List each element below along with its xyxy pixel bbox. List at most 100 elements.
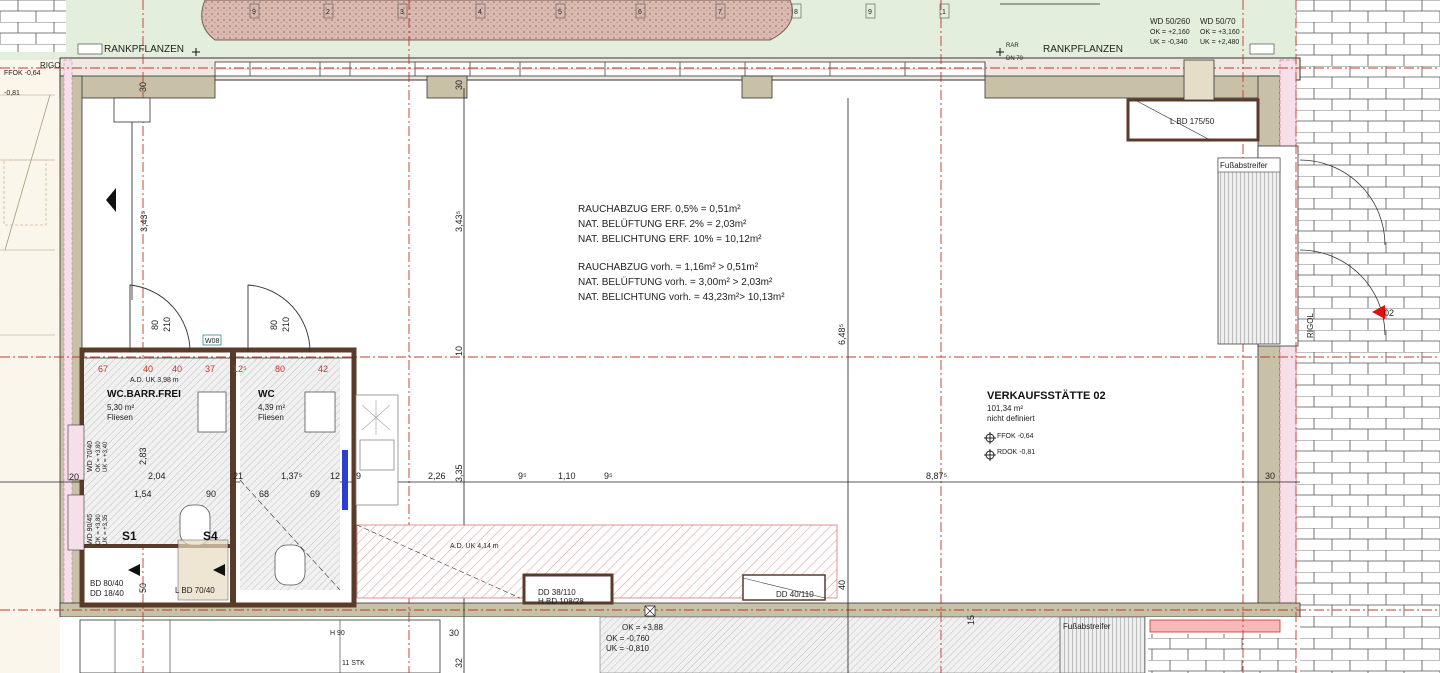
dim-o-40a: 40 bbox=[143, 364, 153, 374]
dim-h-20: 20 bbox=[69, 472, 79, 482]
floor-plan: RANKPFLANZEN RANKPFLANZEN RIGO FFOK -0,6… bbox=[0, 0, 1440, 673]
exterior-left bbox=[0, 60, 60, 673]
wd-b-line3: UK = +2,480 bbox=[1200, 39, 1239, 46]
room-shop-name: VERKAUFSSTÄTTE 02 bbox=[987, 389, 1106, 402]
label-rar: RAR bbox=[1006, 43, 1019, 49]
wd-b-line1: WD 50/70 bbox=[1200, 17, 1236, 26]
requirements-note: RAUCHABZUG ERF. 0,5% = 0,51m² NAT. BELÜF… bbox=[578, 204, 785, 303]
room-wc2-area: 4,39 m² bbox=[258, 403, 285, 412]
wd90-line1: WD 90/45 bbox=[87, 514, 94, 545]
svg-text:9: 9 bbox=[252, 9, 256, 16]
label-h90: H 90 bbox=[330, 630, 345, 637]
dim-h-204: 2,04 bbox=[148, 471, 166, 481]
door2-height: 210 bbox=[281, 317, 291, 332]
dim-o-67: 67 bbox=[98, 364, 108, 374]
dim-v-150: 15 bbox=[966, 615, 976, 625]
label-bd80: BD 80/40 bbox=[90, 579, 124, 588]
door1-height: 210 bbox=[162, 317, 172, 332]
dim-b-90: 90 bbox=[206, 489, 216, 499]
svg-text:9: 9 bbox=[868, 9, 872, 16]
dim-o-125: 12⁵ bbox=[233, 364, 247, 374]
blue-marker bbox=[342, 450, 348, 510]
svg-text:6: 6 bbox=[638, 9, 642, 16]
wd-a-line1: WD 50/260 bbox=[1150, 17, 1191, 26]
dim-h-9: 9 bbox=[356, 471, 361, 481]
bottom-ok-1: OK = +3,88 bbox=[622, 623, 663, 632]
dim-v-left: 3,43⁵ bbox=[139, 210, 149, 232]
wd-a-line2: OK = +2,160 bbox=[1150, 29, 1190, 36]
wd70-line3: UK = +3,40 bbox=[103, 441, 109, 472]
dim-o-42: 42 bbox=[318, 364, 328, 374]
dim-h-30r: 30 bbox=[1265, 471, 1275, 481]
label-lbd-top: L BD 175/50 bbox=[1170, 117, 1215, 126]
label-ad-uk-2: A.D. UK 4,14 m bbox=[450, 543, 499, 550]
label-ad-uk-1: A.D. UK 3,98 m bbox=[130, 377, 179, 384]
exist-line-1: NAT. BELÜFTUNG vorh. = 3,00m² > 2,03m² bbox=[578, 276, 773, 288]
dim-h-21: 21 bbox=[233, 471, 243, 481]
bottom-ok-2: OK = -0,760 bbox=[606, 634, 650, 643]
dim-h-137: 1,37⁵ bbox=[281, 471, 303, 481]
room-wc1-area: 5,30 m² bbox=[107, 403, 134, 412]
svg-text:2: 2 bbox=[326, 9, 330, 16]
dim-b-154: 1,54 bbox=[134, 489, 152, 499]
label-fussabstreifer-top: Fußabstreifer bbox=[1220, 161, 1268, 170]
dim-v-283: 2,83 bbox=[138, 447, 148, 465]
label-lbd70: L BD 70/40 bbox=[175, 586, 215, 595]
label-dd18: DD 18/40 bbox=[90, 589, 124, 598]
dim-h-12: 12 bbox=[330, 471, 340, 481]
dim-v-335: 3,35 bbox=[454, 464, 464, 482]
dim-h-110: 1,10 bbox=[558, 471, 576, 481]
dim-b-69: 69 bbox=[310, 489, 320, 499]
label-rankpflanzen-left: RANKPFLANZEN bbox=[104, 44, 184, 55]
exist-line-2: NAT. BELICHTUNG vorh. = 43,23m²> 10,13m² bbox=[578, 292, 785, 303]
room-shop-area: 101,34 m² bbox=[987, 404, 1023, 413]
label-rigol-left: RIGO bbox=[40, 61, 60, 70]
label-stk: 11 STK bbox=[342, 660, 365, 667]
req-line-0: RAUCHABZUG ERF. 0,5% = 0,51m² bbox=[578, 204, 741, 215]
label-hbd108: H BD 108/28 bbox=[538, 597, 584, 606]
req-line-1: NAT. BELÜFTUNG ERF. 2% = 2,03m² bbox=[578, 218, 747, 230]
label-ffok-left-b: -0,81 bbox=[4, 90, 20, 97]
dim-v-30a: 30 bbox=[454, 80, 464, 90]
dim-o-30: 30 bbox=[449, 628, 459, 638]
label-s1: S1 bbox=[122, 529, 137, 543]
label-s4: S4 bbox=[203, 529, 218, 543]
dim-v-50: 50 bbox=[138, 583, 148, 593]
paved-dome-area bbox=[201, 0, 793, 41]
label-rankpflanzen-right: RANKPFLANZEN bbox=[1043, 44, 1123, 55]
dim-v-648: 6,48⁵ bbox=[837, 323, 847, 345]
wd90-line2: OK = +3,80 bbox=[96, 514, 102, 545]
bottom-ok-3: UK = -0,810 bbox=[606, 644, 649, 653]
label-dd38: DD 38/110 bbox=[538, 588, 576, 597]
door2-width: 80 bbox=[269, 320, 279, 330]
room-wc1-floor: Fliesen bbox=[107, 413, 133, 422]
dim-h-226: 2,26 bbox=[428, 471, 446, 481]
dim-v-32: 32 bbox=[454, 658, 464, 668]
room-wc1-name: WC.BARR.FREI bbox=[107, 389, 181, 400]
dim-o-37: 37 bbox=[205, 364, 215, 374]
room-shop-rdok: RDOK -0,81 bbox=[997, 449, 1035, 456]
dim-v-40: 40 bbox=[837, 580, 847, 590]
dim-b-68: 68 bbox=[259, 489, 269, 499]
dim-o-40b: 40 bbox=[172, 364, 182, 374]
wd-a-line3: UK = -0,340 bbox=[1150, 39, 1188, 46]
svg-text:4: 4 bbox=[478, 9, 482, 16]
wd90-line3: UK = +3,35 bbox=[103, 514, 109, 545]
doormat bbox=[1217, 157, 1281, 345]
svg-text:1: 1 bbox=[942, 9, 946, 16]
svg-text:5: 5 bbox=[558, 9, 562, 16]
req-line-2: NAT. BELICHTUNG ERF. 10% = 10,12m² bbox=[578, 234, 762, 245]
door1-width: 80 bbox=[150, 320, 160, 330]
dim-d-02: 02 bbox=[1384, 308, 1394, 318]
brick-paving-top-left bbox=[0, 0, 66, 52]
label-ffok-left: FFOK -0,64 bbox=[4, 70, 41, 77]
svg-text:3: 3 bbox=[400, 9, 404, 16]
dim-h-95a: 9⁵ bbox=[518, 471, 527, 481]
wd70-line1: WD 70/40 bbox=[87, 441, 94, 472]
dim-h-95b: 9⁵ bbox=[604, 471, 613, 481]
exist-line-0: RAUCHABZUG vorh. = 1,16m² > 0,51m² bbox=[578, 262, 759, 273]
wd-b-line2: OK = +3,160 bbox=[1200, 29, 1240, 36]
label-dd40: DD 40/110 bbox=[776, 590, 814, 599]
level-marker-icon bbox=[984, 432, 996, 461]
room-shop-ffok: FFOK -0,64 bbox=[997, 433, 1034, 440]
